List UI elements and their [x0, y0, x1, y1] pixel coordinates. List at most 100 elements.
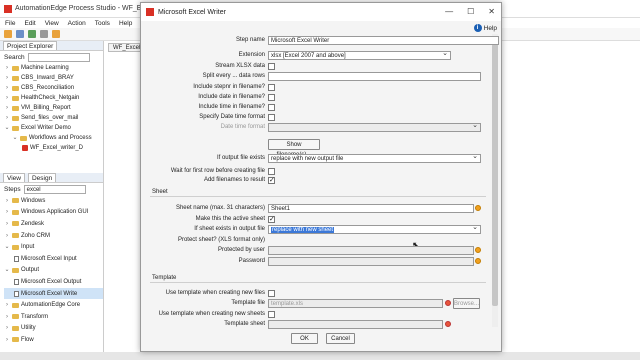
sheet-exists-value: replace with new sheet: [271, 227, 335, 233]
tree-item[interactable]: › Machine Learning: [4, 63, 103, 73]
tree-item[interactable]: Microsoft Excel Input: [4, 253, 103, 265]
step-name-input[interactable]: Microsoft Excel Writer: [268, 36, 499, 45]
tree-item[interactable]: › HealthCheck_Netgain: [4, 93, 103, 103]
scroll-thumb[interactable]: [492, 44, 498, 306]
step-icon: [14, 255, 19, 262]
app-logo-icon: [146, 8, 154, 16]
use-template-sheets-checkbox[interactable]: [268, 311, 275, 318]
sheet-name-label: Sheet name (max. 31 characters): [175, 205, 265, 211]
tree-item[interactable]: › Zendesk: [4, 218, 103, 230]
minimize-icon[interactable]: —: [445, 7, 453, 16]
include-stepnr-checkbox[interactable]: [268, 84, 275, 91]
wait-first-row-checkbox[interactable]: [268, 168, 275, 175]
project-search-input[interactable]: [27, 52, 90, 62]
add-filenames-label: Add filenames to result: [203, 177, 265, 183]
folder-icon: [12, 65, 19, 71]
menu-tools[interactable]: Tools: [95, 20, 110, 27]
sheet-section-title: Sheet: [152, 189, 168, 195]
if-output-exists-label: If output file exists: [216, 155, 265, 161]
use-template-files-checkbox[interactable]: [268, 290, 275, 297]
include-date-checkbox[interactable]: [268, 94, 275, 101]
project-explorer-tab[interactable]: Project Explorer: [3, 41, 58, 50]
steps-search-row: Steps excel: [0, 183, 103, 195]
extension-label: Extension: [238, 52, 265, 58]
if-output-exists-select[interactable]: replace with new output file: [268, 154, 481, 163]
save-all-icon[interactable]: [40, 30, 48, 38]
template-file-label: Template file: [231, 300, 265, 306]
browse-button: Browse...: [453, 298, 480, 309]
tree-item[interactable]: › AutomationEdge Core: [4, 299, 103, 311]
tree-item[interactable]: › Flow: [4, 334, 103, 346]
folder-icon: [12, 115, 19, 121]
dialog-title: Microsoft Excel Writer: [158, 8, 226, 16]
split-rows-input[interactable]: [268, 72, 481, 81]
save-icon[interactable]: [28, 30, 36, 38]
folder-icon: [12, 105, 19, 111]
steps-tree: › Windows › Windows Application GUI › Zende…: [0, 195, 103, 346]
project-explorer-header: Project Explorer: [0, 41, 103, 51]
app-logo-icon: [4, 4, 12, 13]
template-sheet-label: Template sheet: [224, 321, 265, 327]
sheet-name-input[interactable]: Sheet1: [268, 204, 474, 213]
add-filenames-checkbox[interactable]: [268, 176, 275, 184]
folder-icon: [20, 135, 27, 141]
design-tab[interactable]: Design: [27, 173, 57, 182]
view-tab[interactable]: View: [3, 173, 25, 182]
step-name-label: Step name: [235, 37, 265, 43]
show-filenames-button[interactable]: Show filename(s)...: [268, 139, 320, 158]
tree-item[interactable]: ⌄ Excel Writer Demo: [4, 123, 103, 133]
use-template-files-label: Use template when creating new files: [165, 290, 265, 296]
menu-action[interactable]: Action: [68, 20, 86, 27]
variable-icon: [475, 258, 481, 264]
protected-by-input: [268, 246, 474, 255]
template-section-title: Template: [152, 275, 177, 281]
tree-item[interactable]: › VM_Billing_Report: [4, 103, 103, 113]
include-time-checkbox[interactable]: [268, 104, 275, 111]
stream-xlsx-checkbox[interactable]: [268, 63, 275, 70]
maximize-icon[interactable]: ☐: [467, 7, 474, 16]
tree-item[interactable]: › Zoho CRM: [4, 230, 103, 242]
template-file-input: template.xls: [268, 299, 443, 308]
export-icon[interactable]: [52, 30, 60, 38]
template-divider: [150, 282, 486, 283]
active-sheet-checkbox[interactable]: [268, 215, 275, 223]
tree-item[interactable]: › Windows: [4, 195, 103, 207]
menu-help[interactable]: Help: [119, 20, 132, 27]
menu-edit[interactable]: Edit: [24, 20, 35, 27]
cancel-button[interactable]: Cancel: [326, 333, 355, 344]
tree-item[interactable]: › Send_files_over_mail: [4, 113, 103, 123]
tree-item[interactable]: ⌄ Output: [4, 265, 103, 277]
close-icon[interactable]: ✕: [488, 7, 495, 16]
tree-item[interactable]: › Windows Application GUI: [4, 207, 103, 219]
tree-item[interactable]: › Utility: [4, 323, 103, 335]
tree-item[interactable]: WF_Excel_writer_D: [4, 143, 103, 153]
use-template-sheets-label: Use template when creating new sheets: [158, 311, 265, 317]
menu-file[interactable]: File: [5, 20, 15, 27]
project-search-row: Search: [0, 51, 103, 63]
tree-item[interactable]: Microsoft Excel Output: [4, 276, 103, 288]
new-file-icon[interactable]: [4, 30, 12, 38]
tree-item[interactable]: ⌄ Input: [4, 241, 103, 253]
ok-button[interactable]: OK: [291, 333, 318, 344]
dialog-scrollbar[interactable]: [492, 34, 498, 327]
help-button[interactable]: i Help: [473, 24, 497, 32]
tree-item[interactable]: › Transform: [4, 311, 103, 323]
search-label: Search: [4, 53, 25, 61]
menu-view[interactable]: View: [45, 20, 59, 27]
steps-search-input[interactable]: excel: [23, 184, 86, 194]
sheet-exists-select[interactable]: replace with new sheet: [268, 225, 481, 234]
tree-item[interactable]: › CBS_Inward_BRAY: [4, 73, 103, 83]
include-stepnr-label: Include stepnr in filename?: [193, 84, 265, 90]
tree-item[interactable]: Microsoft Excel Write: [4, 287, 103, 300]
specify-date-format-checkbox[interactable]: [268, 114, 275, 121]
step-icon: [14, 278, 19, 285]
window-controls: — ☐ ✕: [445, 7, 495, 16]
steps-label: Steps: [4, 185, 21, 193]
open-icon[interactable]: [16, 30, 24, 38]
extension-select[interactable]: xlsx [Excel 2007 and above]: [268, 51, 451, 60]
folder-icon: [12, 85, 19, 91]
protect-sheet-label: Protect sheet? (XLS format only): [177, 237, 265, 243]
tree-item[interactable]: ⌄ Workflows and Process: [4, 133, 103, 143]
excel-writer-dialog: Microsoft Excel Writer — ☐ ✕ i Help Step…: [140, 2, 502, 352]
tree-item[interactable]: › CBS_Reconciliation: [4, 83, 103, 93]
